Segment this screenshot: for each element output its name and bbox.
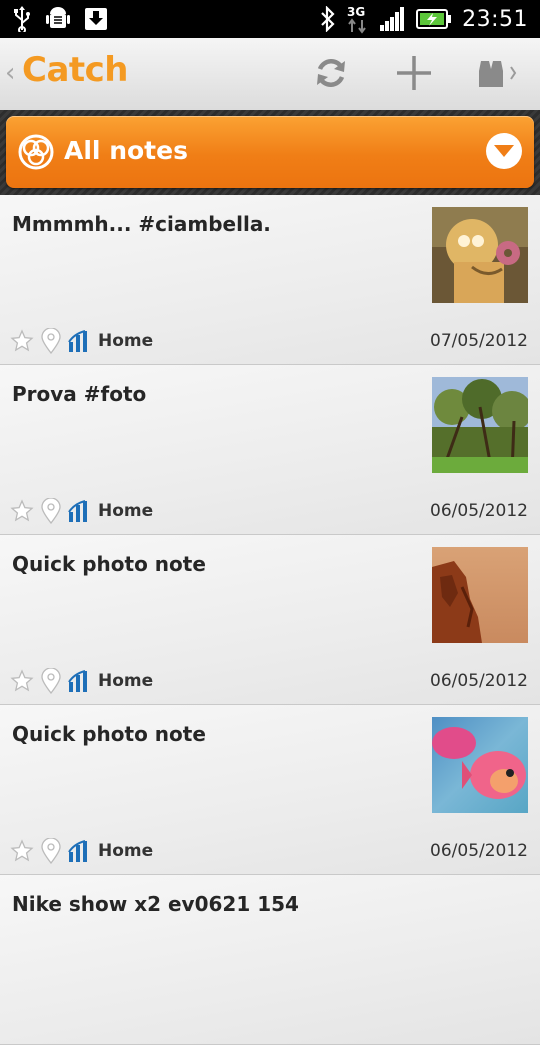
network-3g-icon: 3G	[346, 4, 370, 34]
note-item[interactable]: Quick photo note Home 06/05/2012	[0, 535, 540, 705]
location-pin-icon[interactable]	[40, 838, 62, 864]
note-thumbnail	[432, 717, 528, 813]
search-button[interactable]	[474, 52, 520, 98]
note-title: Nike show x2 ev0621 154	[12, 892, 299, 916]
action-bar: ‹ Catch	[0, 38, 540, 111]
note-space-label: Home	[98, 501, 154, 521]
back-chevron-icon[interactable]: ‹	[5, 58, 15, 88]
space-icon	[68, 670, 90, 692]
notes-filter-dropdown[interactable]: All notes	[6, 116, 534, 188]
download-icon	[84, 7, 108, 31]
search-binoculars-icon	[475, 55, 519, 95]
note-thumbnail	[432, 377, 532, 474]
location-pin-icon[interactable]	[40, 668, 62, 694]
note-date: 06/05/2012	[430, 841, 528, 861]
note-title: Mmmmh... #ciambella.	[12, 212, 271, 236]
add-icon	[395, 54, 433, 96]
usb-icon	[12, 6, 32, 32]
status-bar: 3G 23:51	[0, 0, 540, 38]
network-3g-label: 3G	[347, 5, 365, 19]
star-icon[interactable]	[10, 669, 34, 693]
android-debug-icon	[46, 6, 70, 32]
bluetooth-icon	[320, 6, 336, 32]
app-title[interactable]: Catch	[22, 50, 129, 90]
note-space-label: Home	[98, 841, 154, 861]
chevron-down-icon[interactable]	[486, 133, 522, 169]
star-icon[interactable]	[10, 839, 34, 863]
note-thumbnail	[432, 207, 528, 303]
space-icon	[68, 500, 90, 522]
note-date: 06/05/2012	[430, 671, 528, 691]
note-item[interactable]: Nike show x2 ev0621 154	[0, 875, 540, 1045]
note-space-label: Home	[98, 331, 154, 351]
battery-charging-icon	[416, 9, 452, 29]
note-space-label: Home	[98, 671, 154, 691]
filter-label: All notes	[64, 136, 188, 165]
note-meta: Home	[10, 668, 153, 694]
note-title: Prova #foto	[12, 382, 147, 406]
note-thumbnail	[432, 547, 528, 643]
note-item[interactable]: Quick photo note Home 06/05/2012	[0, 705, 540, 875]
note-list: Mmmmh... #ciambella. Home 07/05/2012 Pro…	[0, 195, 540, 1045]
space-icon	[68, 330, 90, 352]
space-icon	[68, 840, 90, 862]
note-title: Quick photo note	[12, 552, 206, 576]
note-item[interactable]: Mmmmh... #ciambella. Home 07/05/2012	[0, 195, 540, 365]
star-icon[interactable]	[10, 329, 34, 353]
note-item[interactable]: Prova #foto Home 06/05/2012	[0, 365, 540, 535]
signal-icon	[380, 7, 406, 31]
note-date: 07/05/2012	[430, 331, 528, 351]
sync-button[interactable]	[308, 52, 354, 98]
note-date: 06/05/2012	[430, 501, 528, 521]
note-meta: Home	[10, 838, 153, 864]
note-meta: Home	[10, 328, 153, 354]
sync-icon	[313, 55, 349, 95]
location-pin-icon[interactable]	[40, 328, 62, 354]
status-clock: 23:51	[462, 6, 528, 32]
add-note-button[interactable]	[391, 52, 437, 98]
catch-logo-icon	[18, 134, 54, 174]
note-title: Quick photo note	[12, 722, 206, 746]
location-pin-icon[interactable]	[40, 498, 62, 524]
star-icon[interactable]	[10, 499, 34, 523]
note-meta: Home	[10, 498, 153, 524]
